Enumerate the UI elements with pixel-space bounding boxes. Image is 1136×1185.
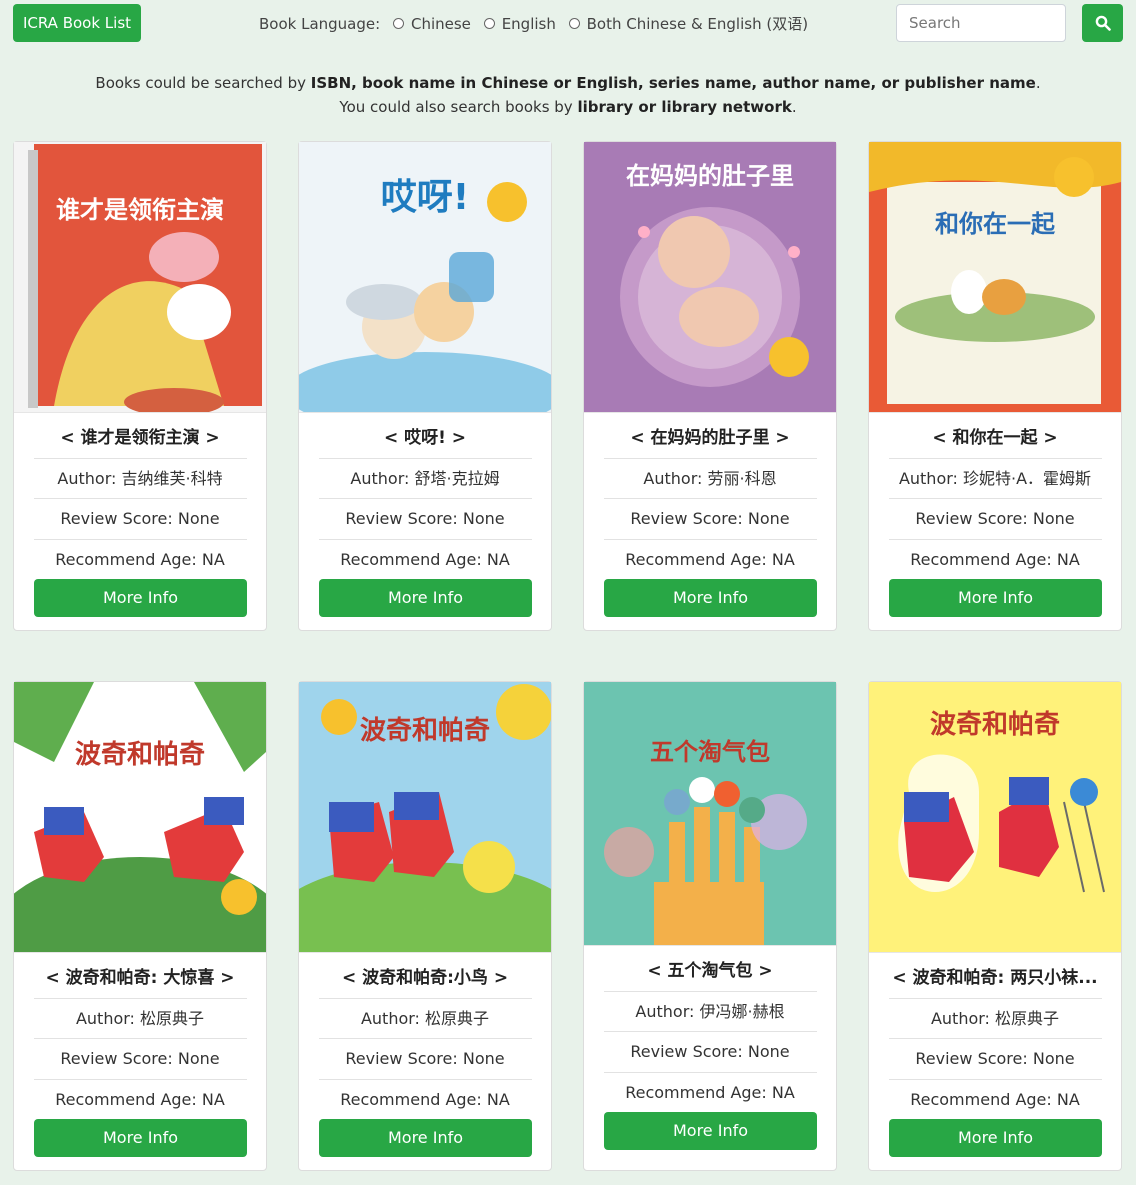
cover-title-text: 和你在一起 [935,210,1055,238]
language-option-chinese[interactable]: Chinese [392,14,471,33]
search-help-text: Books could be searched by ISBN, book na… [0,71,1136,119]
book-title: < 波奇和帕奇: 两只小袜... [892,968,1098,988]
search-button[interactable] [1082,4,1123,42]
book-title: < 五个淘气包 > [647,961,773,981]
book-author: Author: 松原典子 [930,1009,1060,1028]
book-author: Author: 松原典子 [75,1009,205,1028]
cover-title-text: 波奇和帕奇 [74,740,205,770]
search-input[interactable] [896,4,1066,42]
cover-title-text: 波奇和帕奇 [929,710,1060,740]
cover-title-text: 哎呀! [380,177,470,218]
book-card: 五个淘气包 < 五个淘气包 > Author: 伊冯娜·赫根 Review Sc… [583,681,837,1171]
book-cover-art [869,142,1121,412]
radio-english[interactable] [483,18,495,29]
book-cover-image[interactable]: 波奇和帕奇 [299,682,551,953]
more-info-button[interactable]: More Info [604,579,817,617]
book-review-score: Review Score: None [915,509,1075,528]
book-cover-image[interactable]: 波奇和帕奇 [14,682,266,953]
book-cover-image[interactable]: 在妈妈的肚子里 [584,142,836,413]
more-info-button[interactable]: More Info [319,1119,532,1157]
book-cover-art [584,682,836,945]
book-cover-art [14,682,266,952]
help-line-2: You could also search books by library o… [339,98,797,116]
radio-both[interactable] [568,18,580,29]
book-recommend-age: Recommend Age: NA [55,550,225,569]
book-author: Author: 吉纳维芙·科特 [57,469,223,488]
book-author: Author: 松原典子 [360,1009,490,1028]
book-recommend-age: Recommend Age: NA [625,550,795,569]
book-cover-image[interactable]: 波奇和帕奇 [869,682,1121,953]
more-info-button[interactable]: More Info [889,579,1102,617]
book-cover-image[interactable]: 哎呀! [299,142,551,413]
cover-title-text: 五个淘气包 [650,738,770,766]
language-option-label: Both Chinese & English (双语) [586,15,809,33]
book-cover-art [14,142,266,412]
language-option-label: English [501,14,556,33]
book-title: < 波奇和帕奇:小鸟 > [341,968,509,988]
book-author: Author: 珍妮特·A．霍姆斯 [898,469,1092,488]
book-review-score: Review Score: None [345,1049,505,1068]
book-recommend-age: Recommend Age: NA [55,1090,225,1109]
radio-chinese[interactable] [392,18,404,29]
book-recommend-age: Recommend Age: NA [340,1090,510,1109]
more-info-button[interactable]: More Info [604,1112,817,1150]
language-filter-label: Book Language: [259,15,381,33]
book-review-score: Review Score: None [630,1042,790,1061]
book-title: < 谁才是领衔主演 > [60,428,220,448]
book-author: Author: 舒塔·克拉姆 [350,469,500,488]
book-review-score: Review Score: None [60,509,220,528]
book-title: < 和你在一起 > [932,428,1058,448]
cover-title-text: 波奇和帕奇 [359,716,490,746]
language-option-english[interactable]: English [483,14,556,33]
book-author: Author: 劳丽·科恩 [643,469,777,488]
search-icon [1095,15,1111,31]
language-option-both[interactable]: Both Chinese & English (双语) [568,13,809,34]
navbar: ICRA Book List Book Language: Chinese En… [0,0,1136,50]
book-recommend-age: Recommend Age: NA [910,550,1080,569]
book-card: 和你在一起 < 和你在一起 > Author: 珍妮特·A．霍姆斯 Review… [868,141,1122,631]
book-card: 波奇和帕奇 < 波奇和帕奇:小鸟 > Author: 松原典子 Review S… [298,681,552,1171]
book-card: 在妈妈的肚子里 < 在妈妈的肚子里 > Author: 劳丽·科恩 Review… [583,141,837,631]
book-recommend-age: Recommend Age: NA [340,550,510,569]
book-title: < 波奇和帕奇: 大惊喜 > [45,968,235,988]
more-info-button[interactable]: More Info [319,579,532,617]
book-recommend-age: Recommend Age: NA [910,1090,1080,1109]
book-card: 波奇和帕奇 < 波奇和帕奇: 大惊喜 > Author: 松原典子 Review… [13,681,267,1171]
book-recommend-age: Recommend Age: NA [625,1083,795,1102]
language-option-label: Chinese [410,14,471,33]
book-card: 波奇和帕奇 < 波奇和帕奇: 两只小袜... Author: 松原典子 Revi… [868,681,1122,1171]
book-author: Author: 伊冯娜·赫根 [635,1002,785,1021]
book-cover-image[interactable]: 谁才是领衔主演 [14,142,266,413]
book-card: 哎呀! < 哎呀! > Author: 舒塔·克拉姆 Review Score:… [298,141,552,631]
more-info-button[interactable]: More Info [34,1119,247,1157]
more-info-button[interactable]: More Info [889,1119,1102,1157]
book-title: < 在妈妈的肚子里 > [630,428,790,448]
language-filter: Book Language: Chinese English Both Chin… [259,13,808,34]
brand-button[interactable]: ICRA Book List [13,4,141,42]
book-cover-image[interactable]: 和你在一起 [869,142,1121,413]
book-card: 谁才是领衔主演 < 谁才是领衔主演 > Author: 吉纳维芙·科特 Revi… [13,141,267,631]
cover-title-text: 在妈妈的肚子里 [626,162,794,190]
help-line-1: Books could be searched by ISBN, book na… [95,74,1041,92]
cover-title-text: 谁才是领衔主演 [56,196,224,224]
book-review-score: Review Score: None [345,509,505,528]
book-review-score: Review Score: None [915,1049,1075,1068]
book-title: < 哎呀! > [383,428,467,448]
more-info-button[interactable]: More Info [34,579,247,617]
book-review-score: Review Score: None [60,1049,220,1068]
book-review-score: Review Score: None [630,509,790,528]
book-cover-image[interactable]: 五个淘气包 [584,682,836,946]
